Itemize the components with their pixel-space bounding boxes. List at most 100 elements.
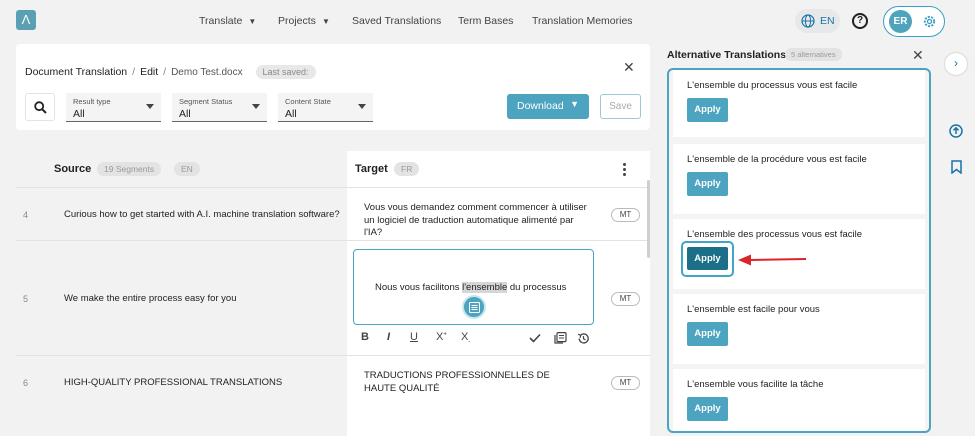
help-icon[interactable]: ? bbox=[852, 13, 868, 29]
user-menu[interactable]: ER bbox=[883, 6, 945, 37]
dropdown-arrow-icon bbox=[358, 104, 366, 109]
bold-button[interactable]: B bbox=[361, 331, 369, 343]
filter-label: Segment Status bbox=[179, 97, 233, 106]
source-cell: 6 HIGH-QUALITY PROFESSIONAL TRANSLATIONS bbox=[16, 355, 347, 436]
language-code: EN bbox=[820, 15, 835, 27]
source-cell: 4 Curious how to get started with A.I. m… bbox=[16, 187, 347, 240]
source-language-badge: EN bbox=[174, 162, 200, 176]
alternative-item[interactable]: L'ensemble est facile pour vous Apply bbox=[673, 294, 925, 364]
check-icon[interactable] bbox=[529, 333, 541, 343]
breadcrumb-separator: / bbox=[132, 66, 136, 78]
more-options-icon[interactable] bbox=[623, 163, 627, 176]
close-icon[interactable]: ✕ bbox=[623, 60, 635, 74]
language-selector[interactable]: EN bbox=[795, 9, 840, 33]
segment-number: 4 bbox=[23, 210, 29, 220]
nav-translation-memories[interactable]: Translation Memories bbox=[532, 15, 633, 27]
alternative-text: L'ensemble des processus vous est facile bbox=[687, 229, 863, 240]
breadcrumb: Document Translation / Edit / Demo Test.docx… bbox=[25, 65, 316, 79]
document-name: Demo Test.docx bbox=[171, 67, 243, 78]
table-row-active[interactable]: 5 We make the entire process easy for yo… bbox=[16, 240, 650, 355]
mt-badge: MT bbox=[611, 208, 640, 222]
nav-saved-translations[interactable]: Saved Translations bbox=[352, 15, 441, 27]
filter-value: All bbox=[285, 108, 297, 120]
apply-button[interactable]: Apply bbox=[687, 322, 728, 346]
breadcrumb-root[interactable]: Document Translation bbox=[25, 66, 127, 78]
alternative-item[interactable]: L'ensemble du processus vous est facile … bbox=[673, 70, 925, 137]
download-button[interactable]: Download ▼ bbox=[507, 94, 589, 119]
source-column-header: Source 19 Segments EN bbox=[16, 151, 347, 187]
apply-button[interactable]: Apply bbox=[687, 247, 728, 270]
globe-icon bbox=[801, 14, 815, 28]
target-cell[interactable]: TRADUCTIONS PROFESSIONNELLES DE HAUTE QU… bbox=[347, 355, 650, 436]
chevron-down-icon: ▼ bbox=[570, 99, 579, 109]
filter-content-state[interactable]: Content State All bbox=[278, 93, 373, 122]
superscript-button[interactable]: X+ bbox=[436, 331, 447, 343]
target-column-header: Target FR bbox=[347, 151, 650, 187]
subscript-button[interactable]: X- bbox=[461, 331, 470, 345]
table-header: Source 19 Segments EN Target FR bbox=[16, 151, 650, 187]
save-button[interactable]: Save bbox=[600, 94, 641, 119]
copy-source-icon[interactable] bbox=[554, 332, 567, 344]
dropdown-arrow-icon bbox=[146, 104, 154, 109]
collapse-panel-button[interactable]: › bbox=[945, 53, 967, 75]
editor-toolbar-card: Document Translation / Edit / Demo Test.docx… bbox=[16, 44, 650, 130]
target-text[interactable]: Vous vous demandez comment commencer à u… bbox=[364, 202, 594, 240]
alternatives-panel: L'ensemble du processus vous est facile … bbox=[667, 68, 931, 433]
upload-icon[interactable] bbox=[949, 124, 963, 138]
nav-projects[interactable]: Projects ▼ bbox=[278, 15, 330, 27]
apply-button-focus-ring: Apply bbox=[681, 241, 734, 277]
mt-badge: MT bbox=[611, 292, 640, 306]
target-text[interactable]: TRADUCTIONS PROFESSIONNELLES DE HAUTE QU… bbox=[364, 370, 574, 395]
source-title: Source bbox=[54, 163, 92, 175]
source-cell: 5 We make the entire process easy for yo… bbox=[16, 240, 347, 355]
target-edit-field[interactable]: Nous vous facilitons l'ensemble du proce… bbox=[353, 249, 594, 325]
filter-label: Result type bbox=[73, 97, 111, 106]
alternative-text: L'ensemble du processus vous est facile bbox=[687, 80, 858, 91]
alternative-item[interactable]: L'ensemble vous facilite la tâche Apply bbox=[673, 369, 925, 431]
table-row[interactable]: 4 Curious how to get started with A.I. m… bbox=[16, 187, 650, 240]
dropdown-arrow-icon bbox=[252, 104, 260, 109]
search-button[interactable] bbox=[25, 93, 55, 121]
download-label: Download bbox=[517, 100, 564, 112]
nav-translate-label: Translate bbox=[199, 15, 243, 27]
target-edit-text[interactable]: Nous vous facilitons l'ensemble du proce… bbox=[375, 282, 566, 293]
formatting-toolbar: B I U X+ X- bbox=[357, 331, 597, 347]
chevron-right-icon: › bbox=[954, 56, 958, 70]
scrollbar[interactable] bbox=[647, 180, 650, 258]
annotation-arrow-icon bbox=[738, 254, 807, 266]
breadcrumb-action: Edit bbox=[140, 66, 159, 78]
apply-button[interactable]: Apply bbox=[687, 172, 728, 196]
underline-button[interactable]: U bbox=[410, 331, 418, 343]
segments-count-badge: 19 Segments bbox=[97, 162, 162, 176]
alternatives-button[interactable] bbox=[462, 295, 486, 319]
segment-number: 6 bbox=[23, 378, 29, 388]
text-segment: Nous vous facilitons bbox=[375, 282, 463, 293]
source-text: Curious how to get started with A.I. mac… bbox=[64, 209, 340, 220]
target-cell[interactable]: Nous vous facilitons l'ensemble du proce… bbox=[347, 240, 650, 355]
filter-segment-status[interactable]: Segment Status All bbox=[172, 93, 267, 122]
nav-term-bases[interactable]: Term Bases bbox=[458, 15, 513, 27]
gear-icon[interactable] bbox=[922, 14, 937, 29]
app-logo[interactable]: Λ bbox=[16, 10, 36, 30]
alternatives-title: Alternative Translations bbox=[667, 49, 787, 61]
table-row[interactable]: 6 HIGH-QUALITY PROFESSIONAL TRANSLATIONS… bbox=[16, 355, 650, 436]
last-saved-badge: Last saved: bbox=[255, 65, 316, 79]
alternatives-count-badge: 5 alternatives bbox=[785, 48, 842, 61]
avatar[interactable]: ER bbox=[889, 10, 912, 33]
nav-translate[interactable]: Translate ▼ bbox=[199, 15, 256, 27]
search-icon bbox=[34, 101, 47, 114]
apply-button[interactable]: Apply bbox=[687, 397, 728, 421]
segment-number: 5 bbox=[23, 294, 29, 304]
target-cell[interactable]: Vous vous demandez comment commencer à u… bbox=[347, 187, 650, 240]
breadcrumb-separator: / bbox=[163, 66, 167, 78]
italic-button[interactable]: I bbox=[387, 331, 390, 343]
history-icon[interactable] bbox=[577, 332, 590, 345]
close-icon[interactable]: ✕ bbox=[912, 48, 924, 62]
filter-result-type[interactable]: Result type All bbox=[66, 93, 161, 122]
alternative-item[interactable]: L'ensemble de la procédure vous est faci… bbox=[673, 144, 925, 214]
bookmark-icon[interactable] bbox=[951, 160, 962, 174]
filter-value: All bbox=[73, 108, 85, 120]
apply-button[interactable]: Apply bbox=[687, 98, 728, 122]
chevron-down-icon: ▼ bbox=[321, 17, 330, 26]
source-text: We make the entire process easy for you bbox=[64, 293, 237, 304]
